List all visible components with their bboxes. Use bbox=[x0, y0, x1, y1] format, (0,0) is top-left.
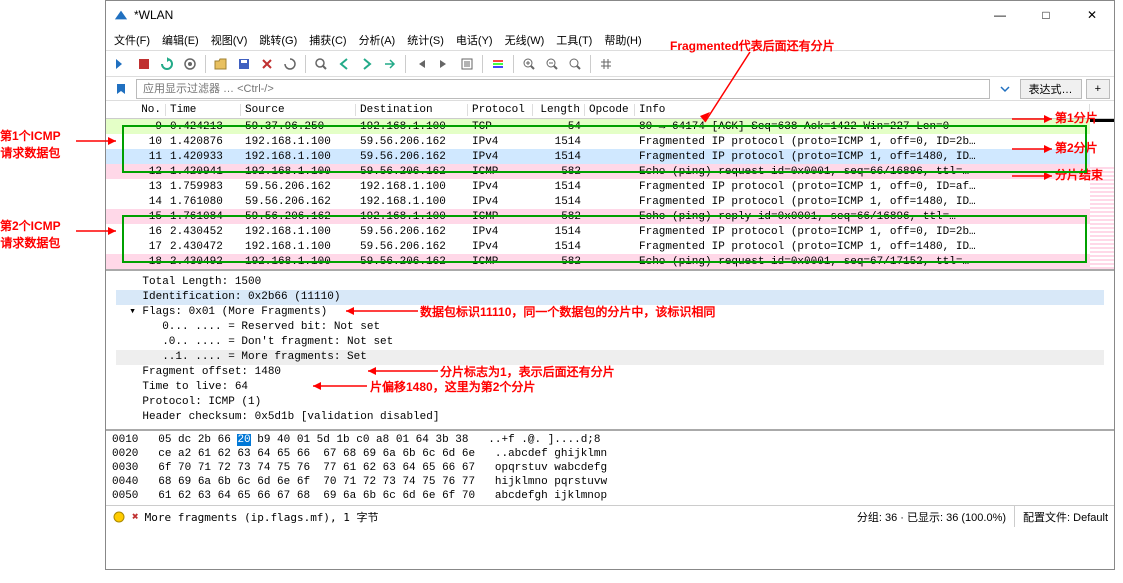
detail-total-length[interactable]: Total Length: 1500 bbox=[116, 275, 1104, 290]
hex-row: 0010 05 dc 2b 66 20 b9 40 01 5d 1b c0 a8… bbox=[112, 433, 1108, 447]
filter-dropdown-icon[interactable] bbox=[994, 78, 1016, 100]
packet-row[interactable]: 90.42421359.37.96.250192.168.1.100TCP548… bbox=[106, 119, 1114, 134]
col-src[interactable]: Source bbox=[241, 104, 356, 116]
status-text: More fragments (ip.flags.mf), 1 字节 bbox=[145, 509, 379, 525]
col-time[interactable]: Time bbox=[166, 104, 241, 116]
packet-row[interactable]: 101.420876192.168.1.10059.56.206.162IPv4… bbox=[106, 134, 1114, 149]
save-icon[interactable] bbox=[233, 53, 255, 75]
options-icon[interactable] bbox=[179, 53, 201, 75]
minimap-sidebar[interactable] bbox=[1090, 119, 1114, 269]
detail-ttl[interactable]: Time to live: 64 bbox=[116, 380, 1104, 395]
status-packets: 分组: 36 · 已显示: 36 (100.0%) bbox=[857, 509, 1006, 525]
menu-telephony[interactable]: 电话(Y) bbox=[456, 32, 493, 48]
autoscroll-icon[interactable] bbox=[456, 53, 478, 75]
packet-list-header: No. Time Source Destination Protocol Len… bbox=[106, 101, 1114, 119]
col-proto[interactable]: Protocol bbox=[468, 104, 533, 116]
toolbar bbox=[106, 51, 1114, 77]
detail-flags[interactable]: ▾ Flags: 0x01 (More Fragments) bbox=[116, 305, 1104, 320]
add-filter-button[interactable]: + bbox=[1086, 79, 1110, 99]
col-len[interactable]: Length bbox=[533, 104, 585, 116]
zoom-in-icon[interactable] bbox=[518, 53, 540, 75]
packet-list-body[interactable]: 90.42421359.37.96.250192.168.1.100TCP548… bbox=[106, 119, 1114, 269]
hex-row: 0020 ce a2 61 62 63 64 65 66 67 68 69 6a… bbox=[112, 447, 1108, 461]
restart-capture-icon[interactable] bbox=[156, 53, 178, 75]
open-icon[interactable] bbox=[210, 53, 232, 75]
menu-help[interactable]: 帮助(H) bbox=[604, 32, 641, 48]
expression-button[interactable]: 表达式… bbox=[1020, 79, 1082, 99]
detail-checksum[interactable]: Header checksum: 0x5d1b [validation disa… bbox=[116, 410, 1104, 425]
detail-protocol[interactable]: Protocol: ICMP (1) bbox=[116, 395, 1104, 410]
menu-tools[interactable]: 工具(T) bbox=[556, 32, 592, 48]
bookmark-icon[interactable] bbox=[110, 78, 132, 100]
col-opcode[interactable]: Opcode bbox=[585, 104, 635, 116]
next-icon[interactable] bbox=[356, 53, 378, 75]
menu-wireless[interactable]: 无线(W) bbox=[505, 32, 545, 48]
detail-reserved[interactable]: 0... .... = Reserved bit: Not set bbox=[116, 320, 1104, 335]
status-warn-icon: ✖ bbox=[132, 510, 139, 523]
last-icon[interactable] bbox=[433, 53, 455, 75]
packet-row[interactable]: 162.430452192.168.1.10059.56.206.162IPv4… bbox=[106, 224, 1114, 239]
statusbar: ✖ More fragments (ip.flags.mf), 1 字节 分组:… bbox=[106, 505, 1114, 527]
menu-file[interactable]: 文件(F) bbox=[114, 32, 150, 48]
reload-icon[interactable] bbox=[279, 53, 301, 75]
col-no[interactable]: No. bbox=[106, 104, 166, 116]
menubar: 文件(F) 编辑(E) 视图(V) 跳转(G) 捕获(C) 分析(A) 统计(S… bbox=[106, 29, 1114, 51]
detail-identification[interactable]: Identification: 0x2b66 (11110) bbox=[116, 290, 1104, 305]
window-title: *WLAN bbox=[134, 8, 986, 22]
packet-list-pane: No. Time Source Destination Protocol Len… bbox=[106, 101, 1114, 271]
zoom-reset-icon[interactable] bbox=[564, 53, 586, 75]
filterbar: 表达式… + bbox=[106, 77, 1114, 101]
annotation-icmp2: 第2个ICMP 请求数据包 bbox=[0, 217, 61, 251]
first-icon[interactable] bbox=[410, 53, 432, 75]
menu-stats[interactable]: 统计(S) bbox=[407, 32, 444, 48]
zoom-out-icon[interactable] bbox=[541, 53, 563, 75]
close-button[interactable]: ✕ bbox=[1078, 5, 1106, 25]
wireshark-window: *WLAN — □ ✕ 文件(F) 编辑(E) 视图(V) 跳转(G) 捕获(C… bbox=[105, 0, 1115, 570]
menu-view[interactable]: 视图(V) bbox=[211, 32, 248, 48]
packet-row[interactable]: 172.430472192.168.1.10059.56.206.162IPv4… bbox=[106, 239, 1114, 254]
hex-row: 0050 61 62 63 64 65 66 67 68 69 6a 6b 6c… bbox=[112, 489, 1108, 503]
detail-dont-fragment[interactable]: .0.. .... = Don't fragment: Not set bbox=[116, 335, 1104, 350]
hex-row: 0030 6f 70 71 72 73 74 75 76 77 61 62 63… bbox=[112, 461, 1108, 475]
maximize-button[interactable]: □ bbox=[1032, 5, 1060, 25]
packet-row[interactable]: 121.420941192.168.1.10059.56.206.162ICMP… bbox=[106, 164, 1114, 179]
status-bullet-icon bbox=[112, 510, 126, 524]
detail-more-fragments[interactable]: ..1. .... = More fragments: Set bbox=[116, 350, 1104, 365]
menu-jump[interactable]: 跳转(G) bbox=[259, 32, 297, 48]
packet-row[interactable]: 151.76108459.56.206.162192.168.1.100ICMP… bbox=[106, 209, 1114, 224]
status-profile[interactable]: 配置文件: Default bbox=[1023, 509, 1108, 525]
menu-analyze[interactable]: 分析(A) bbox=[359, 32, 396, 48]
menu-edit[interactable]: 编辑(E) bbox=[162, 32, 199, 48]
find-icon[interactable] bbox=[310, 53, 332, 75]
col-dst[interactable]: Destination bbox=[356, 104, 468, 116]
packet-row[interactable]: 131.75998359.56.206.162192.168.1.100IPv4… bbox=[106, 179, 1114, 194]
detail-fragment-offset[interactable]: Fragment offset: 1480 bbox=[116, 365, 1104, 380]
stop-capture-icon[interactable] bbox=[133, 53, 155, 75]
annotation-icmp1: 第1个ICMP 请求数据包 bbox=[0, 127, 61, 161]
app-icon bbox=[114, 8, 128, 22]
minimize-button[interactable]: — bbox=[986, 5, 1014, 25]
close-file-icon[interactable] bbox=[256, 53, 278, 75]
titlebar: *WLAN — □ ✕ bbox=[106, 1, 1114, 29]
start-capture-icon[interactable] bbox=[110, 53, 132, 75]
hex-row: 0040 68 69 6a 6b 6c 6d 6e 6f 70 71 72 73… bbox=[112, 475, 1108, 489]
packet-row[interactable]: 182.430492192.168.1.10059.56.206.162ICMP… bbox=[106, 254, 1114, 269]
hex-dump-pane[interactable]: 0010 05 dc 2b 66 20 b9 40 01 5d 1b c0 a8… bbox=[106, 431, 1114, 505]
packet-details-pane[interactable]: Total Length: 1500 Identification: 0x2b6… bbox=[106, 271, 1114, 431]
packet-row[interactable]: 111.420933192.168.1.10059.56.206.162IPv4… bbox=[106, 149, 1114, 164]
packet-row[interactable]: 141.76108059.56.206.162192.168.1.100IPv4… bbox=[106, 194, 1114, 209]
col-info[interactable]: Info bbox=[635, 104, 1090, 116]
resize-icon[interactable] bbox=[595, 53, 617, 75]
prev-icon[interactable] bbox=[333, 53, 355, 75]
display-filter-input[interactable] bbox=[136, 79, 990, 99]
goto-icon[interactable] bbox=[379, 53, 401, 75]
colorize-icon[interactable] bbox=[487, 53, 509, 75]
menu-capture[interactable]: 捕获(C) bbox=[309, 32, 346, 48]
